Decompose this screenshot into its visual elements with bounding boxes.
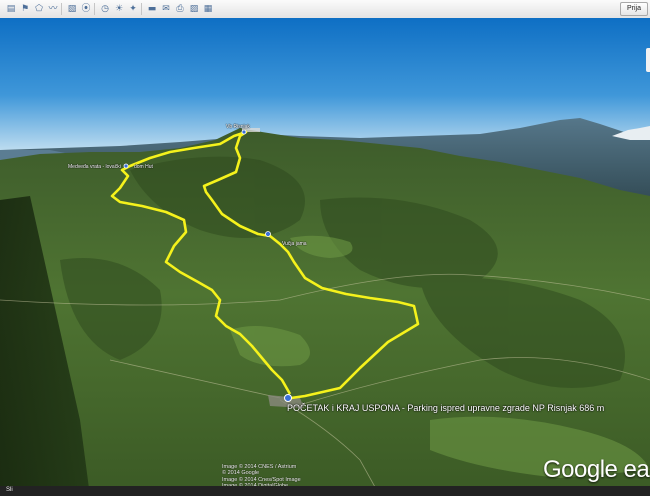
map-view[interactable]: Vb Risnjak Medveđa vrata - lovački dom H…	[0, 18, 650, 496]
status-bar	[0, 486, 650, 496]
summit-marker[interactable]	[241, 129, 247, 135]
sign-in-button[interactable]: Prija	[619, 2, 648, 16]
waypoint-label[interactable]: Vučja jama	[282, 241, 307, 247]
hut-label[interactable]: Medveđa vrata - lovački	[68, 164, 121, 170]
credit-line-2: © 2014 Google	[222, 470, 260, 476]
navigation-controls-handle[interactable]	[646, 48, 650, 72]
view-in-maps-icon[interactable]: ▦	[200, 2, 216, 17]
toolbar-separator	[141, 3, 142, 15]
toolbar-separator	[61, 3, 62, 15]
toolbar: ▤ ⚑ ⬠ 〰 ▧ ⦿ ◷ ☀ ✦ ▬ ✉ ⎙ ▨ ▦ Prija	[0, 0, 650, 19]
start-label[interactable]: POČETAK i KRAJ USPONA - Parking ispred u…	[287, 403, 604, 413]
hut-label-b[interactable]: dom Hut	[134, 164, 153, 170]
hut-marker[interactable]	[123, 163, 129, 169]
terrain-view[interactable]	[0, 18, 650, 496]
google-earth-logo: Google earth	[543, 456, 650, 483]
status-text: Sli	[6, 487, 13, 493]
add-path-icon[interactable]: 〰	[45, 2, 61, 17]
start-marker[interactable]	[284, 394, 292, 402]
summit-label[interactable]: Vb Risnjak	[226, 124, 250, 130]
record-tour-icon[interactable]: ⦿	[78, 2, 94, 17]
toolbar-separator	[94, 3, 95, 15]
waypoint-marker[interactable]	[265, 231, 271, 237]
switch-to-sky-icon[interactable]: ✦	[125, 2, 141, 17]
